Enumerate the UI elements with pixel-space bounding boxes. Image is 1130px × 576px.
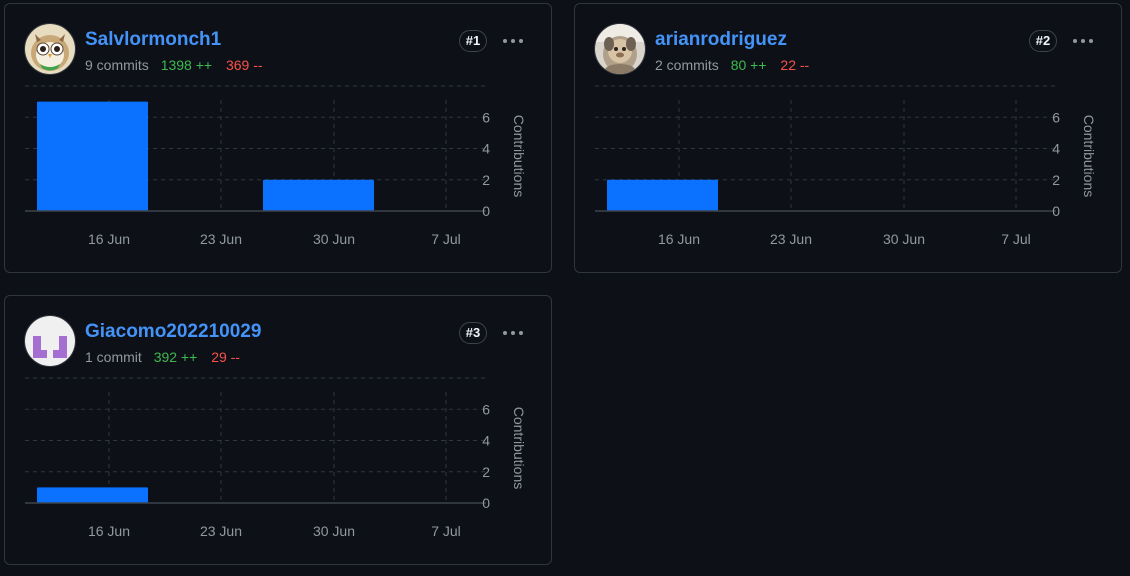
y-axis-label: Contributions [511,115,527,198]
y-tick-label: 2 [1052,172,1060,188]
y-tick-label: 6 [1052,109,1060,125]
y-axis-label: Contributions [511,407,527,490]
x-tick-label: 23 Jun [200,523,242,539]
contributor-card: arianrodriguez 2 commits 80 ++ 22 -- #2 … [574,3,1122,273]
x-tick-label: 16 Jun [88,523,130,539]
contributor-card: Giacomo202210029 1 commit 392 ++ 29 -- #… [4,295,552,565]
y-tick-label: 2 [482,464,490,480]
contributor-card: Salvlormonch1 9 commits 1398 ++ 369 -- #… [4,3,552,273]
x-tick-label: 23 Jun [770,231,812,247]
x-tick-label: 30 Jun [313,231,355,247]
contribution-bar [37,101,148,211]
y-tick-label: 0 [482,203,490,219]
x-tick-label: 30 Jun [313,523,355,539]
y-tick-label: 6 [482,401,490,417]
y-tick-label: 4 [1052,141,1060,157]
y-tick-label: 6 [482,109,490,125]
x-tick-label: 7 Jul [1001,231,1031,247]
contribution-bar [263,179,374,211]
x-tick-label: 16 Jun [88,231,130,247]
y-axis-label: Contributions [1081,115,1097,198]
x-tick-label: 7 Jul [431,523,461,539]
x-tick-label: 7 Jul [431,231,461,247]
contributions-bar-chart: 0 2 4 6 16 Jun 23 Jun 30 Jun 7 Jul Contributions [25,85,527,247]
x-tick-label: 30 Jun [883,231,925,247]
y-tick-label: 4 [482,433,490,449]
y-tick-label: 4 [482,141,490,157]
contribution-bar [37,487,148,503]
y-tick-label: 0 [482,495,490,511]
contributions-bar-chart: 0 2 4 6 16 Jun 23 Jun 30 Jun 7 Jul Contributions [595,85,1097,247]
y-tick-label: 0 [1052,203,1060,219]
x-tick-label: 16 Jun [658,231,700,247]
x-tick-label: 23 Jun [200,231,242,247]
contribution-bar [607,179,718,211]
contributions-bar-chart: 0 2 4 6 16 Jun 23 Jun 30 Jun 7 Jul Contributions [25,377,527,539]
y-tick-label: 2 [482,172,490,188]
